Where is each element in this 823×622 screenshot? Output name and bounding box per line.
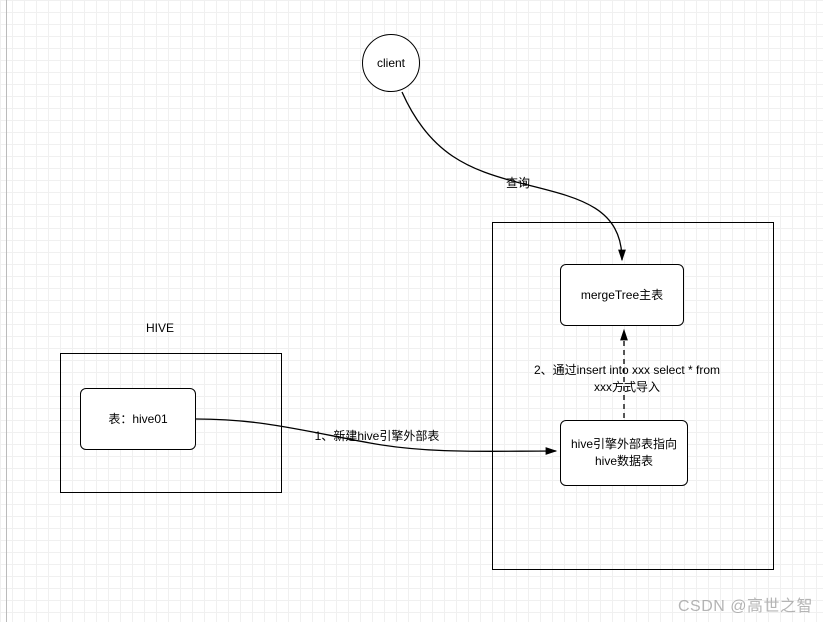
left-border [6,0,7,622]
hive-table-label: 表：hive01 [108,411,167,428]
query-edge-label: 查询 [498,175,538,192]
step2-edge-label: 2、通过insert into xxx select * from xxx方式导… [532,362,722,396]
hive-engine-node: hive引擎外部表指向hive数据表 [560,420,688,486]
hive-table-node: 表：hive01 [80,388,196,450]
watermark: CSDN @高世之智 [678,592,813,616]
hive-engine-label: hive引擎外部表指向hive数据表 [569,436,679,470]
mergetree-label: mergeTree主表 [581,287,663,304]
step1-edge-label: 1、新建hive引擎外部表 [302,428,452,445]
client-node: client [362,34,420,92]
diagram-canvas: client HIVE 表：hive01 mergeTree主表 hive引擎外… [0,0,823,622]
mergetree-node: mergeTree主表 [560,264,684,326]
client-label: client [377,56,405,70]
hive-title: HIVE [140,320,180,337]
